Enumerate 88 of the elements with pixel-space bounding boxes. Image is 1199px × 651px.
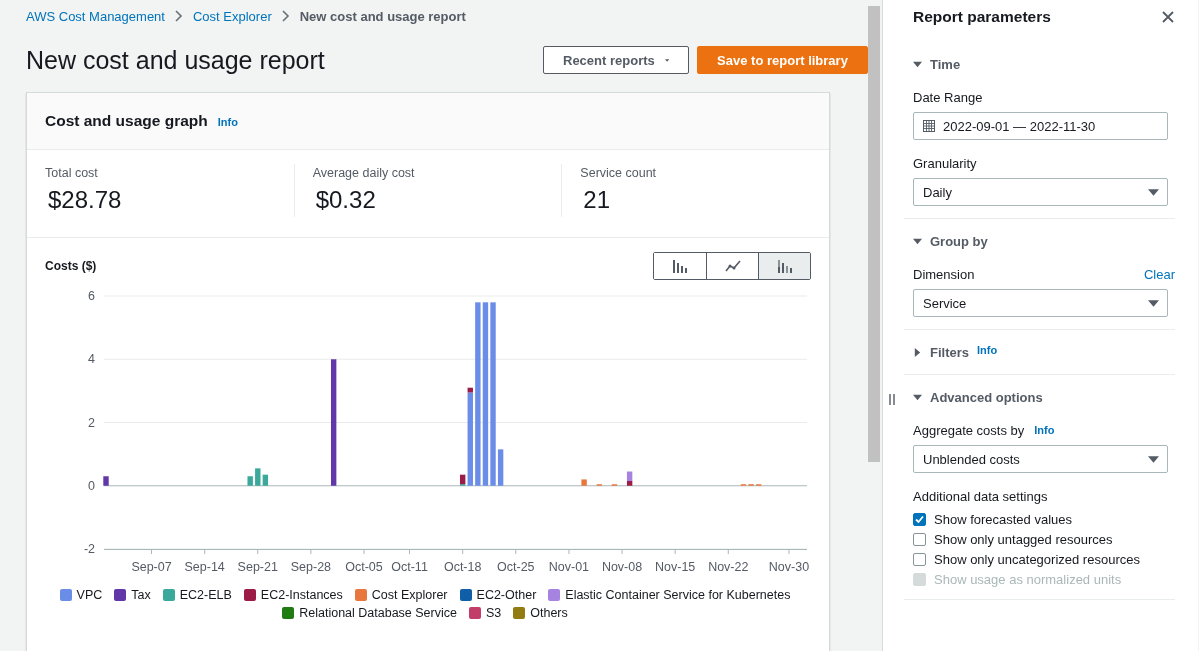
stat-value: 21 [582, 186, 612, 214]
chart-bar [247, 476, 253, 486]
chevron-right-icon [281, 10, 290, 22]
axis-tick-label: Nov-22 [708, 560, 749, 574]
chart-type-toggle[interactable] [758, 253, 810, 279]
legend-label: Elastic Container Service for Kubernetes [565, 588, 791, 602]
axis-tick-label: Sep-07 [131, 560, 172, 574]
stat-label: Service count [580, 166, 658, 180]
legend-label: EC2-Other [476, 588, 537, 602]
axis-tick-label: 2 [88, 415, 95, 430]
calendar-icon [923, 120, 935, 132]
stacked-bar-chart-icon [776, 259, 793, 273]
caret-down-icon [913, 59, 922, 69]
axis-tick-label: 0 [88, 478, 95, 493]
axis-tick-label: Sep-14 [184, 560, 225, 574]
legend-label: EC2-ELB [179, 588, 232, 602]
section-toggle[interactable]: Advanced options [913, 387, 1043, 407]
axis-tick-label: Oct-11 [391, 560, 428, 574]
caret-down-icon [1148, 297, 1159, 309]
axis-tick-label: -2 [83, 542, 95, 556]
legend-label: S3 [485, 606, 502, 620]
breadcrumb-current: New cost and usage report [299, 8, 466, 24]
legend-label: Cost Explorer [371, 588, 448, 602]
section-toggle[interactable]: Time [913, 54, 961, 74]
caret-down-icon [913, 392, 922, 402]
stat-value: $0.32 [314, 186, 377, 214]
info-link[interactable]: Info [977, 344, 998, 356]
axis-tick-label: Nov-08 [601, 560, 643, 574]
stat-label: Average daily cost [312, 166, 416, 180]
legend-label: Tax [131, 588, 151, 602]
checkbox[interactable] [913, 532, 926, 546]
axis-tick-label: Nov-01 [548, 560, 590, 574]
breadcrumb-link[interactable]: Cost Explorer [192, 8, 272, 24]
breadcrumb-link[interactable]: AWS Cost Management [26, 8, 165, 24]
info-link[interactable]: Info [1034, 424, 1055, 436]
axis-tick-label: Oct-05 [345, 560, 383, 574]
checkbox[interactable] [913, 512, 926, 526]
field-label: Additional data settings [913, 488, 1048, 504]
recent-reports-dropdown[interactable]: Recent reports [543, 46, 689, 74]
close-icon [1161, 10, 1175, 24]
axis-tick-label: Sep-28 [290, 560, 332, 574]
checkbox-label: Show usage as normalized units [934, 571, 1122, 587]
axis-tick-label: Nov-30 [768, 560, 810, 574]
field-label: Granularity [913, 155, 977, 171]
scrollbar-thumb[interactable] [868, 6, 880, 462]
section-toggle[interactable]: Filters [913, 342, 969, 362]
field-label: Aggregate costs by [913, 422, 1025, 438]
field-label: Date Range [913, 89, 983, 105]
checkmark-icon [915, 514, 924, 524]
chart-bar [581, 479, 587, 486]
line-chart-icon [724, 260, 741, 272]
chart-bar [103, 476, 109, 486]
checkbox[interactable] [913, 552, 926, 566]
select-dropdown[interactable]: Unblended costs [913, 445, 1168, 473]
stat-label: Total cost [45, 166, 99, 180]
select-dropdown[interactable]: Service [913, 289, 1168, 317]
axis-tick-label: 4 [88, 352, 95, 367]
clear-link[interactable]: Clear [1143, 266, 1175, 282]
stat-value: $28.78 [47, 186, 123, 214]
legend-label: Relational Database Service [299, 606, 457, 620]
checkbox-label: Show only uncategorized resources [934, 551, 1140, 567]
axis-tick-label: Sep-21 [237, 560, 278, 574]
axis-tick-label: Oct-18 [443, 560, 482, 574]
close-button[interactable] [1161, 10, 1175, 24]
legend-label: VPC [76, 588, 103, 602]
panel-title: Report parameters [913, 8, 1051, 26]
checkbox-label: Show forecasted values [934, 511, 1073, 527]
axis-tick-label: Oct-25 [497, 560, 535, 574]
axis-tick-label: Nov-15 [655, 560, 696, 574]
axis-tick-label: 6 [88, 289, 95, 303]
section-toggle[interactable]: Group by [913, 231, 988, 251]
field-label: Dimension [913, 266, 975, 282]
page-title: New cost and usage report [26, 45, 326, 75]
resize-handle-icon[interactable] [889, 394, 895, 405]
chevron-right-icon [174, 10, 183, 22]
legend-label: EC2-Instances [260, 588, 343, 602]
caret-down-icon [1148, 186, 1159, 198]
legend-label: Others [530, 606, 568, 620]
caret-right-icon [913, 347, 922, 357]
bar-chart-icon [672, 259, 688, 273]
caret-down-icon [913, 236, 922, 246]
select-dropdown[interactable]: Daily [913, 178, 1168, 206]
info-link[interactable]: Info [217, 116, 238, 128]
caret-down-icon [1148, 453, 1159, 465]
card-title: Cost and usage graph [45, 112, 208, 130]
date-range-field[interactable]: 2022-09-01 — 2022-11-30 [913, 112, 1168, 140]
checkbox-label: Show only untagged resources [934, 531, 1113, 547]
axis-title: Costs ($) [45, 259, 97, 273]
